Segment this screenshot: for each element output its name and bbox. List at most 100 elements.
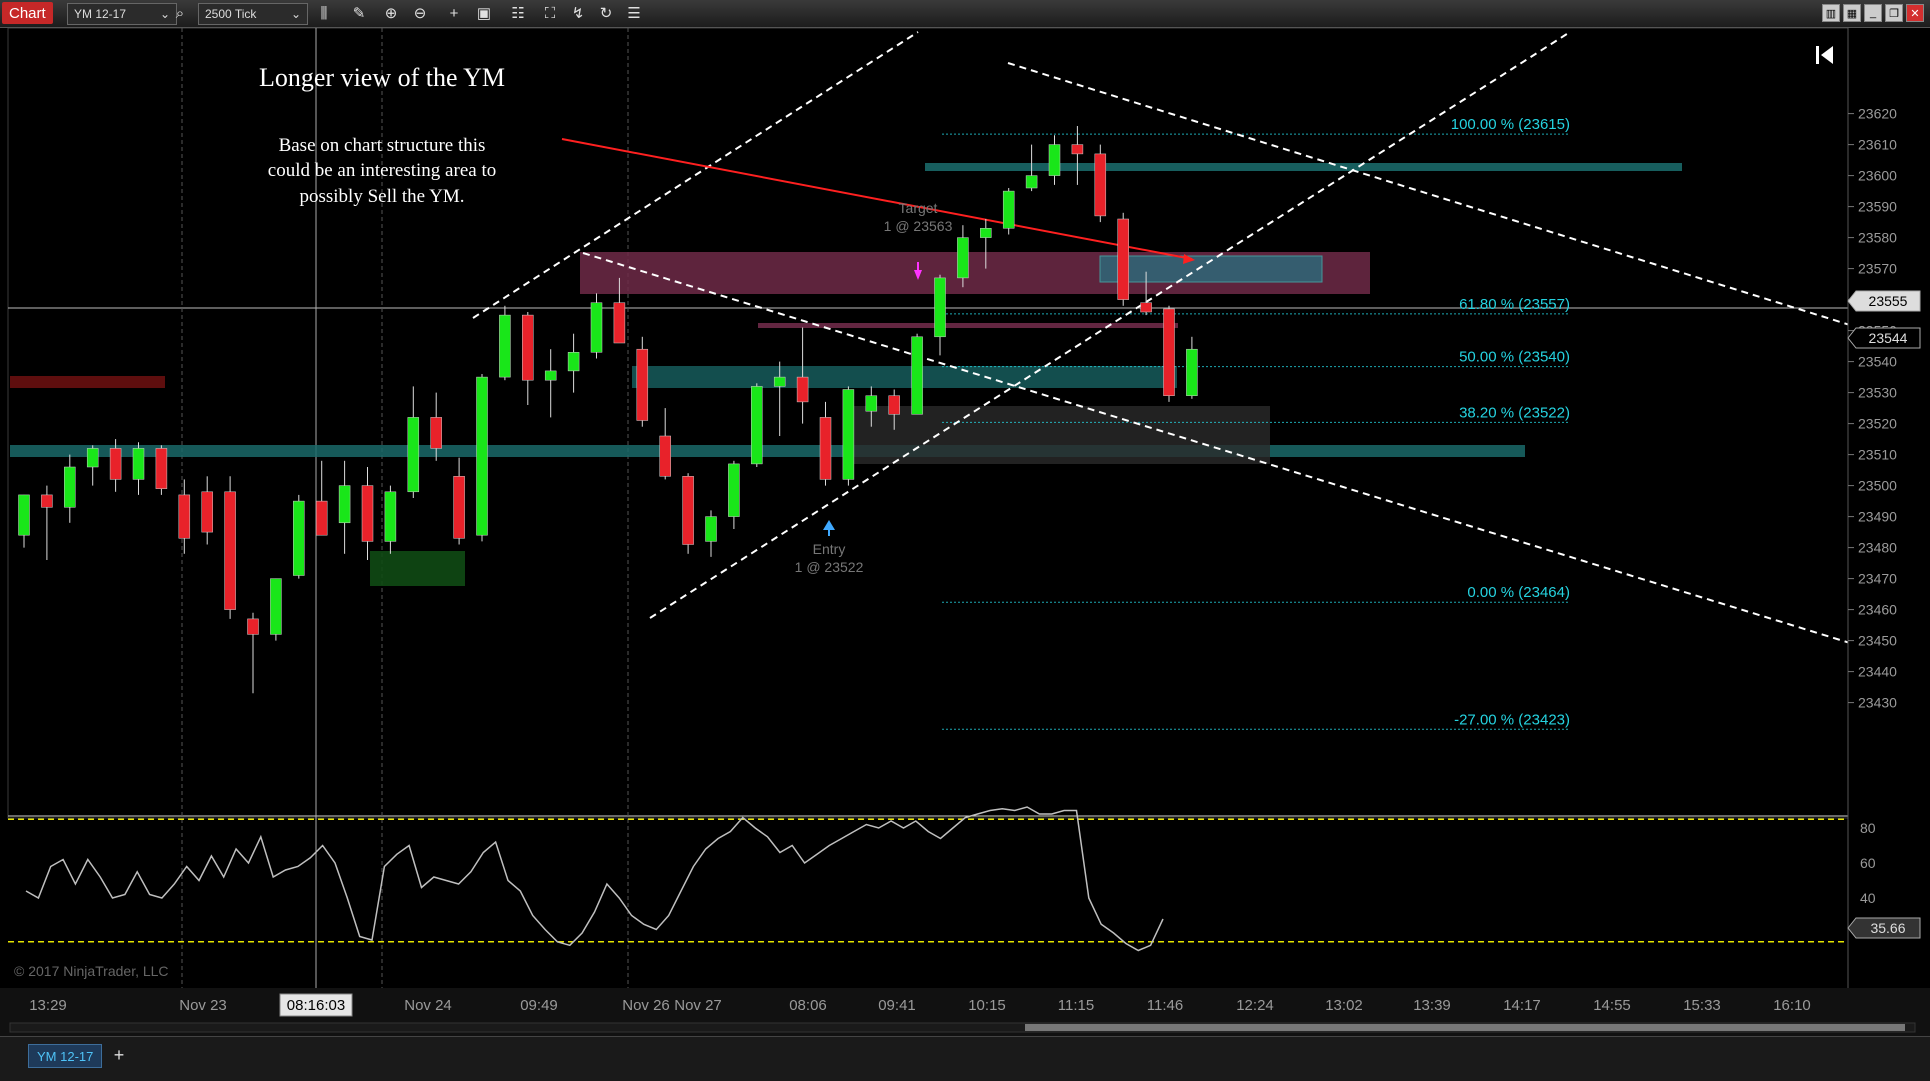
candle — [1117, 212, 1129, 306]
properties-icon[interactable]: ▣ — [473, 3, 495, 23]
time-tick-label: Nov 23 — [179, 997, 227, 1014]
candle-body — [155, 448, 168, 489]
price-axis[interactable]: 23430 23440 23450 23460 23470 23480 23490 23500… — [1847, 28, 1930, 818]
price-tick-label: 23600 — [1858, 168, 1897, 184]
time-tick-label: 14:55 — [1593, 997, 1631, 1014]
fib-level-label: -27.00 % (23423) — [1454, 711, 1570, 728]
price-tick-label: 23520 — [1858, 416, 1897, 432]
candle — [911, 333, 923, 415]
candle — [682, 473, 694, 554]
interval-selector[interactable]: 2500 Tick ⌄ — [198, 3, 308, 25]
time-tick-label: 10:15 — [968, 997, 1006, 1014]
price-tick-label: 23430 — [1858, 695, 1897, 711]
list-icon[interactable]: ☰ — [623, 3, 645, 23]
note-line-3: possibly Sell the YM. — [299, 186, 464, 207]
candle-body — [1002, 190, 1015, 229]
candle-body — [1071, 144, 1084, 155]
demand-zone-box — [370, 551, 465, 586]
candle-body — [659, 435, 671, 477]
zoom-out-icon[interactable]: ⊖ — [409, 3, 431, 23]
price-tick-label: 23490 — [1858, 509, 1897, 525]
candle-body — [796, 376, 809, 403]
crosshair-icon[interactable]: + — [443, 3, 465, 23]
time-tick-label: 16:10 — [1773, 997, 1811, 1014]
candle — [499, 305, 511, 381]
minimize-icon[interactable]: _ — [1864, 4, 1882, 22]
candle — [751, 383, 763, 467]
instrument-selector[interactable]: YM 12-17 ⌄ — [67, 3, 177, 25]
price-tick-label: 23440 — [1858, 664, 1897, 680]
price-tick-label: 23540 — [1858, 354, 1897, 370]
time-tick-label: 13:39 — [1413, 997, 1451, 1014]
tab-ym-12-17[interactable]: YM 12-17 — [28, 1044, 103, 1068]
price-marker-label: 23544 — [1869, 330, 1908, 346]
candle-body — [338, 485, 351, 524]
candle-body — [751, 386, 763, 465]
candle-body — [911, 336, 923, 415]
chart-tab[interactable]: Chart — [2, 2, 53, 24]
candle-body — [865, 395, 878, 412]
fib-level-label: 0.00 % (23464) — [1467, 584, 1570, 601]
candle-body — [613, 302, 626, 344]
add-tab-button[interactable]: + — [108, 1044, 130, 1066]
candle-body — [86, 448, 99, 468]
close-icon[interactable]: ✕ — [1906, 4, 1924, 22]
candle-body — [819, 417, 832, 480]
chart-title-annotation: Longer view of the YM — [259, 63, 505, 92]
candle-body — [590, 302, 603, 353]
candle-body — [980, 228, 992, 238]
oscillator-line — [25, 806, 1164, 952]
candle-body — [1117, 218, 1129, 300]
candle-body — [476, 376, 488, 536]
crosshair-time-label: 08:16:03 — [287, 997, 345, 1014]
price-tick-label: 23510 — [1858, 447, 1897, 463]
time-tick-label: Nov 27 — [674, 997, 722, 1014]
refresh-icon[interactable]: ↻ — [595, 3, 617, 23]
time-tick-label: 13:02 — [1325, 997, 1363, 1014]
entry-detail: 1 @ 23522 — [795, 559, 864, 575]
zoom-in-icon[interactable]: ⊕ — [380, 3, 402, 23]
candle-body — [567, 352, 580, 372]
data-series-icon[interactable]: ☷ — [507, 3, 529, 23]
chart-panel[interactable]: 100.00 % (23615) 61.80 % (23557) 50.00 % (… — [0, 28, 1930, 1036]
time-tick-label: 11:15 — [1058, 997, 1094, 1014]
candle — [293, 494, 305, 579]
pencil-icon[interactable]: ✎ — [348, 3, 370, 23]
price-tick-label: 23450 — [1858, 633, 1897, 649]
time-tick-label: Nov 24 — [404, 997, 452, 1014]
candle-body — [407, 417, 420, 493]
time-tick-label: 12:24 — [1236, 997, 1274, 1014]
indicators-icon[interactable]: ↯ — [567, 3, 589, 23]
candle — [842, 386, 855, 486]
candle-body — [1048, 144, 1061, 176]
time-axis[interactable]: 13:29 Nov 23 08:16:03 Nov 24 09:49 Nov 26 Nov … — [0, 988, 1930, 1036]
candle — [636, 336, 649, 427]
candle-body — [636, 348, 649, 421]
price-tick-label: 23620 — [1858, 106, 1897, 122]
candle-body — [315, 500, 328, 536]
maximize-icon[interactable]: ❐ — [1885, 4, 1903, 22]
fib-level-label: 38.20 % (23522) — [1459, 404, 1570, 421]
candle-body — [1094, 153, 1107, 217]
layout-icon[interactable]: ▥ — [1822, 4, 1840, 22]
candle-body — [18, 494, 30, 536]
horizontal-scrollbar-thumb[interactable] — [1025, 1024, 1905, 1031]
note-line-1: Base on chart structure this — [279, 135, 486, 156]
price-tick-label: 23590 — [1858, 199, 1897, 215]
price-tick-label: 23500 — [1858, 478, 1897, 494]
search-icon[interactable]: ⌕ — [169, 3, 191, 23]
bar-style-icon[interactable]: ⫼ — [313, 3, 335, 23]
time-tick-label: Nov 26 — [622, 997, 670, 1014]
candle-body — [957, 237, 969, 279]
candle-body — [453, 476, 465, 539]
time-tick-label: 15:33 — [1683, 997, 1721, 1014]
strategies-icon[interactable]: ⛶ — [539, 3, 561, 23]
candle — [155, 445, 168, 495]
time-tick-label: 08:06 — [789, 997, 827, 1014]
price-tick-label: 23480 — [1858, 540, 1897, 556]
price-tick-label: 23530 — [1858, 385, 1897, 401]
tile-icon[interactable]: ▦ — [1843, 4, 1861, 22]
time-tick-label: 09:41 — [878, 997, 916, 1014]
time-tick-label: 11:46 — [1147, 997, 1183, 1014]
candle-body — [773, 376, 786, 387]
